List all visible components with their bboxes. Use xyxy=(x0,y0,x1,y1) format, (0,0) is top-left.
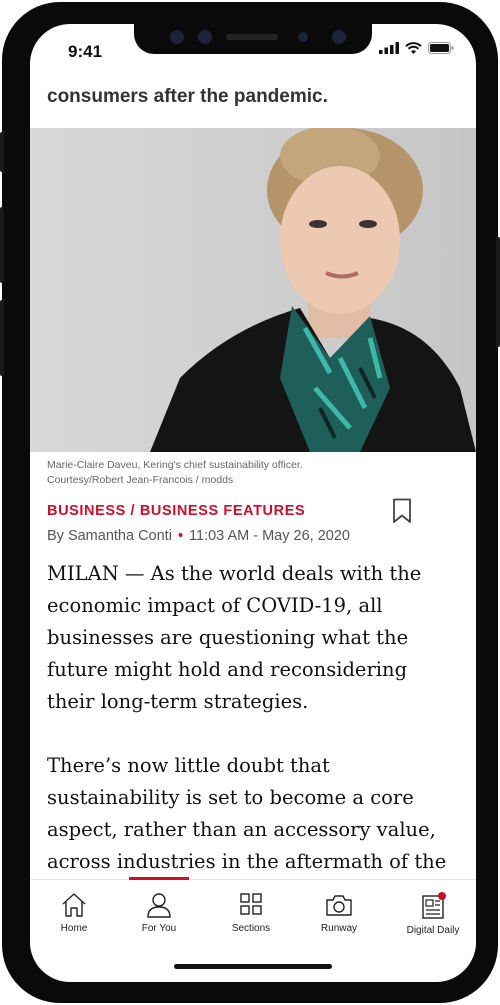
article-text-fragment: consumers after the pandemic. xyxy=(47,86,328,107)
publish-timestamp: 11:03 AM - May 26, 2020 xyxy=(189,528,350,544)
tab-sections[interactable]: Sections xyxy=(209,892,293,934)
home-icon xyxy=(62,893,86,917)
article-photo[interactable] xyxy=(30,128,476,452)
notch xyxy=(134,24,372,54)
power-button xyxy=(496,237,500,347)
bookmark-icon[interactable] xyxy=(392,498,412,529)
article-paragraph: There’s now little doubt that sustainabi… xyxy=(47,754,447,873)
newspaper-icon xyxy=(422,892,446,919)
camera-lens-icon xyxy=(198,30,212,44)
volume-down-button xyxy=(0,300,4,376)
tab-runway[interactable]: Runway xyxy=(297,892,381,934)
category-row: BUSINESS / BUSINESS FEATURES xyxy=(30,492,476,524)
photo-credit: Courtesy/Robert Jean-Francois / modds xyxy=(47,474,234,486)
grid-icon xyxy=(240,893,262,915)
phone-frame: 9:41 consumers after the pandemic. Marie… xyxy=(0,2,500,1003)
person-icon xyxy=(147,893,171,918)
status-time: 9:41 xyxy=(68,42,103,61)
silent-switch xyxy=(0,132,4,172)
photo-caption: Marie-Claire Daveu, Kering's chief susta… xyxy=(30,452,476,492)
battery-icon xyxy=(428,42,454,54)
volume-up-button xyxy=(0,207,4,283)
tab-label: Digital Daily xyxy=(406,925,460,936)
tab-for-you[interactable]: For You xyxy=(117,892,201,934)
article-content[interactable]: consumers after the pandemic. Marie-Clai… xyxy=(30,76,476,878)
camera-lens-icon xyxy=(170,30,184,44)
tab-home[interactable]: Home xyxy=(32,892,116,934)
home-indicator[interactable] xyxy=(174,964,332,969)
photo-caption-line: Marie-Claire Daveu, Kering's chief susta… xyxy=(47,459,303,471)
portrait-illustration xyxy=(30,128,476,452)
tab-digital-daily[interactable]: Digital Daily xyxy=(391,892,475,936)
tab-label: Sections xyxy=(231,923,271,934)
tab-label: Home xyxy=(60,923,88,934)
tab-label: Runway xyxy=(320,923,358,934)
wifi-icon xyxy=(405,42,422,54)
camera-icon xyxy=(326,895,352,916)
article-body: MILAN — As the world deals with the econ… xyxy=(30,558,476,878)
status-icons xyxy=(379,42,454,54)
byline: By Samantha Conti • 11:03 AM - May 26, 202… xyxy=(30,524,476,558)
camera-lens-icon xyxy=(332,30,346,44)
speaker-grille xyxy=(226,34,278,40)
article-paragraph: MILAN — As the world deals with the econ… xyxy=(47,562,422,713)
signal-icon xyxy=(379,42,399,54)
phone-screen: 9:41 consumers after the pandemic. Marie… xyxy=(30,24,476,982)
active-tab-indicator xyxy=(129,877,189,880)
bottom-tab-bar: Home For You Sections Runway Digital Dai… xyxy=(30,877,476,960)
separator-dot: • xyxy=(177,528,184,544)
sensor-icon xyxy=(298,32,308,42)
author-name[interactable]: By Samantha Conti xyxy=(47,528,172,544)
tab-label: For You xyxy=(141,923,177,934)
category-link[interactable]: BUSINESS / BUSINESS FEATURES xyxy=(47,503,305,519)
